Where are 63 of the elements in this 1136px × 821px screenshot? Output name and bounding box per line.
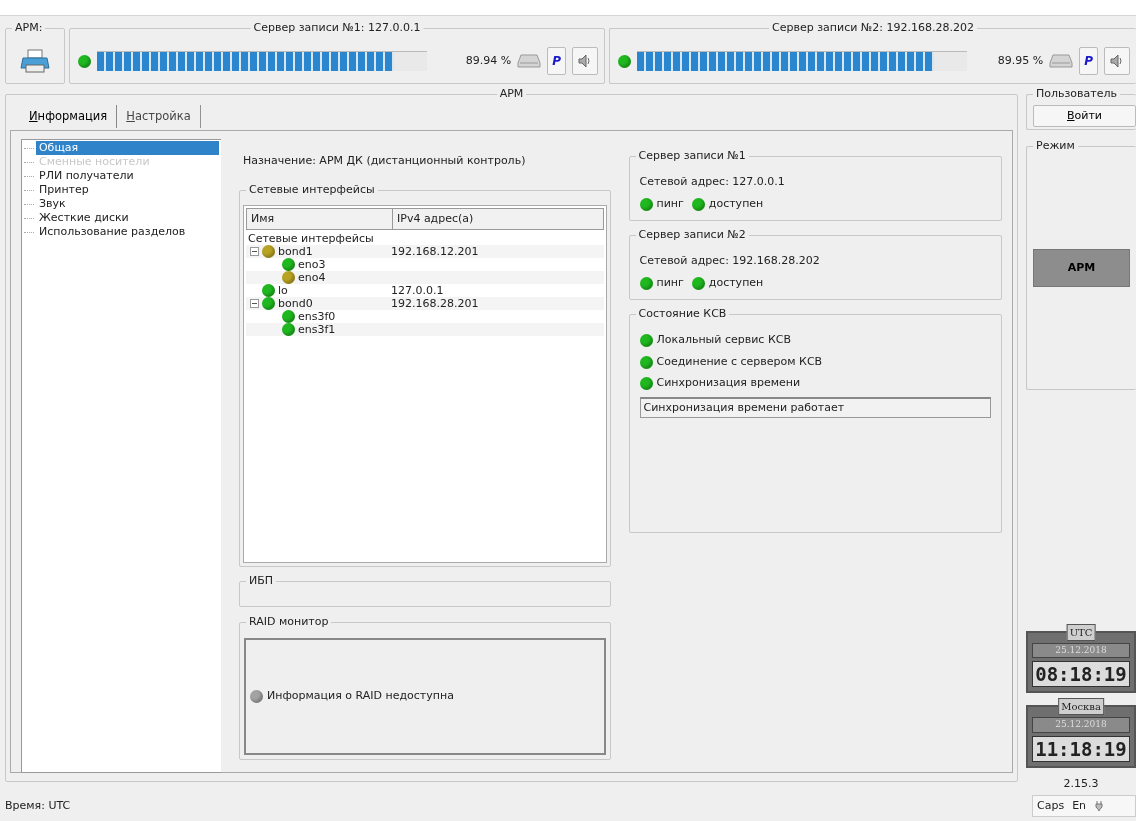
- group-title: Сервер записи №2: [635, 228, 749, 243]
- purpose-text: Назначение: АРМ ДК (дистанционный контроль): [243, 153, 527, 170]
- percent-text: 89.94 %: [465, 52, 512, 69]
- interface-name: eno4: [298, 271, 326, 285]
- interface-name: bond1: [278, 245, 313, 259]
- sidebar-item[interactable]: РЛИ получатели: [36, 169, 137, 184]
- interface-name: bond0: [278, 297, 313, 311]
- clock-zone: Москва: [1058, 698, 1104, 715]
- address-text: Сетевой адрес: 192.168.28.202: [639, 253, 821, 270]
- sidebar-item[interactable]: Принтер: [36, 183, 92, 198]
- interface-name: lo: [278, 284, 288, 298]
- mode-button[interactable]: АРМ: [1033, 249, 1130, 287]
- group-title: RAID монитор: [246, 614, 332, 629]
- tab[interactable]: Информация: [20, 105, 118, 129]
- indicator-label: пинг: [656, 274, 684, 291]
- version-text: 2.15.3: [1062, 775, 1100, 792]
- column-header[interactable]: Имя: [247, 208, 392, 230]
- ip-address: 192.168.28.201: [391, 297, 480, 311]
- clock-date: 25.12.2018: [1032, 642, 1130, 658]
- interface-name: eno3: [298, 258, 326, 272]
- clock-date: 25.12.2018: [1032, 717, 1130, 733]
- printer-icon: [20, 48, 50, 74]
- raid-status-text: Информация о RAID недоступна: [267, 688, 454, 704]
- group-title: Сетевые интерфейсы: [246, 182, 378, 197]
- column-header[interactable]: IPv4 адрес(а): [392, 208, 603, 230]
- group-title: Сервер записи №1: [635, 149, 749, 164]
- percent-text: 89.95 %: [997, 52, 1044, 69]
- group-title: Сервер записи №2: 192.168.28.202: [769, 21, 977, 35]
- indicator-label: доступен: [708, 274, 764, 291]
- address-text: Сетевой адрес: 127.0.0.1: [639, 174, 786, 191]
- interface-name: ens3f0: [298, 310, 336, 324]
- indicator-label: пинг: [656, 195, 684, 212]
- indicator-label: доступен: [708, 195, 764, 212]
- ip-address: 127.0.0.1: [391, 284, 445, 298]
- clock-time: 11:18:19: [1032, 735, 1130, 762]
- message-field: Синхронизация времени работает: [639, 396, 991, 419]
- speaker-button[interactable]: [1104, 47, 1130, 75]
- status-text: Время: UTC: [5, 797, 71, 814]
- speaker-icon: [577, 54, 593, 68]
- speaker-button[interactable]: [572, 47, 598, 75]
- tab[interactable]: Настройка: [117, 105, 201, 129]
- plug-icon: [1094, 800, 1105, 812]
- sidebar-item[interactable]: Использование разделов: [36, 225, 189, 240]
- status-label: Соединение с сервером КСВ: [656, 353, 823, 370]
- sidebar-item[interactable]: Общая: [35, 141, 219, 156]
- caps-indicator: Caps: [1037, 797, 1065, 814]
- status-label: Синхронизация времени: [656, 375, 801, 392]
- tree-root: Сетевые интерфейсы: [247, 232, 375, 246]
- status-label: Локальный сервис КСВ: [656, 332, 791, 349]
- sidebar-item[interactable]: Жесткие диски: [36, 211, 132, 226]
- interface-name: ens3f1: [298, 323, 336, 337]
- ip-address: 192.168.12.201: [391, 245, 480, 259]
- group-title: Сервер записи №1: 127.0.0.1: [250, 21, 424, 35]
- login-button[interactable]: Войти: [1033, 105, 1136, 127]
- collapse-icon[interactable]: [250, 247, 259, 257]
- collapse-icon[interactable]: [250, 299, 259, 309]
- p-button[interactable]: P: [1079, 47, 1098, 75]
- clock-time: 08:18:19: [1032, 661, 1130, 687]
- p-button[interactable]: P: [547, 47, 566, 75]
- clock-zone: UTC: [1066, 623, 1096, 641]
- layout-indicator: En: [1072, 797, 1087, 814]
- sidebar-item[interactable]: Звук: [36, 197, 69, 212]
- speaker-icon: [1109, 54, 1125, 68]
